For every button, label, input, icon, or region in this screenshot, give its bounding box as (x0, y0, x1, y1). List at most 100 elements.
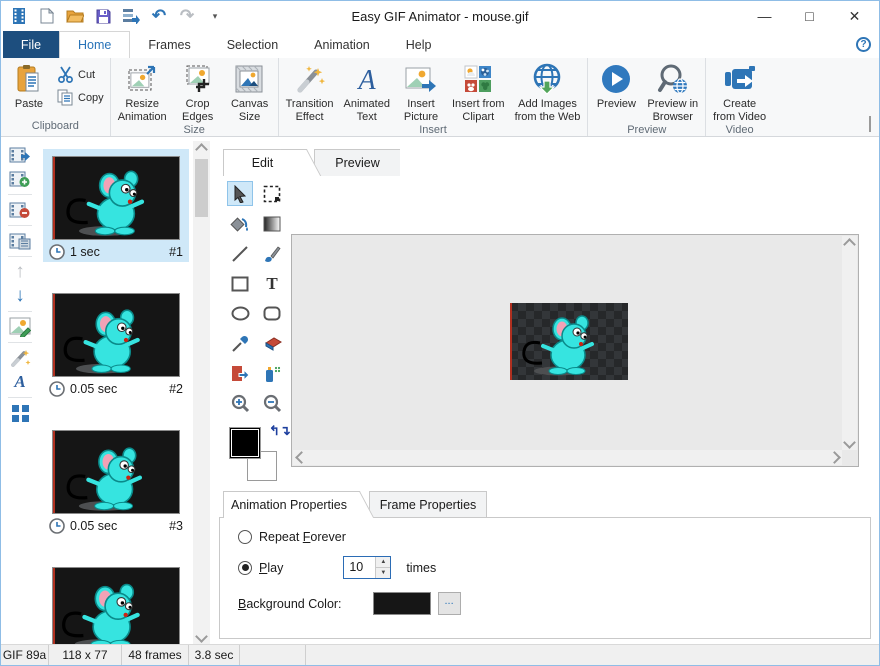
frame-item-4[interactable]: 0.05 sec #4 (43, 560, 189, 644)
tab-file[interactable]: File (3, 31, 59, 58)
pointer-tool[interactable] (227, 181, 253, 206)
frame-list-scrollbar[interactable] (193, 141, 210, 644)
paste-button[interactable]: Paste (3, 60, 55, 111)
create-from-video-button[interactable]: Create from Video (708, 60, 771, 124)
animation-background-color-swatch[interactable] (373, 592, 431, 615)
scroll-right-icon[interactable] (826, 450, 842, 465)
frame-item-2[interactable]: 0.05 sec #2 (43, 286, 189, 399)
select-rectangle-tool[interactable] (259, 181, 285, 206)
tab-edit-preview[interactable]: Preview (314, 149, 400, 176)
toolbar-separator (8, 342, 32, 343)
animated-text-button[interactable]: A Animated Text (339, 60, 395, 124)
tab-edit[interactable]: Edit (223, 149, 301, 176)
canvas-vertical-scrollbar[interactable] (842, 236, 857, 450)
background-color-browse-button[interactable]: ... (438, 592, 461, 615)
spray-tool[interactable] (259, 361, 285, 386)
repeat-forever-radio[interactable] (238, 530, 252, 544)
stepper-arrows[interactable]: ▲▼ (375, 557, 390, 578)
tab-frames[interactable]: Frames (130, 31, 208, 58)
background-color-label: Background Color: (238, 597, 342, 611)
qat-dropdown-icon[interactable]: ▾ (205, 6, 225, 26)
frame-thumbnail-4 (52, 567, 180, 644)
edit-frame-icon[interactable] (7, 315, 33, 339)
eyedropper-tool[interactable] (227, 331, 253, 356)
scrollbar-thumb[interactable] (195, 159, 208, 217)
gradient-tool[interactable] (259, 211, 285, 236)
scroll-left-icon[interactable] (293, 450, 309, 465)
resize-animation-button[interactable]: Resize Animation (113, 60, 172, 124)
play-times-value[interactable]: 10 (344, 557, 375, 578)
fill-tool[interactable] (227, 211, 253, 236)
scroll-down-icon[interactable] (193, 628, 210, 644)
minimize-button[interactable]: — (742, 1, 787, 31)
preview-in-browser-button[interactable]: Preview in Browser (642, 60, 703, 124)
delete-frame-icon[interactable] (7, 198, 33, 222)
preview-button[interactable]: Preview (590, 60, 642, 111)
export-frames-button[interactable] (121, 6, 141, 26)
tab-home[interactable]: Home (59, 31, 130, 58)
brush-tool[interactable] (259, 241, 285, 266)
open-file-button[interactable] (65, 6, 85, 26)
tab-help[interactable]: Help (388, 31, 450, 58)
foreground-color-swatch[interactable] (229, 427, 261, 459)
preview-icon (601, 63, 631, 95)
play-times-stepper[interactable]: 10 ▲▼ (343, 556, 391, 579)
frame-text-icon[interactable]: A (7, 370, 33, 394)
tab-selection[interactable]: Selection (209, 31, 296, 58)
edit-canvas[interactable] (291, 234, 859, 467)
play-radio[interactable] (238, 561, 252, 575)
eraser-tool[interactable] (259, 331, 285, 356)
ribbon-group-size: Resize Animation Crop Edges Canvas Size … (110, 58, 278, 136)
help-icon[interactable]: ? (856, 37, 871, 52)
tab-frame-properties[interactable]: Frame Properties (369, 491, 487, 518)
zoom-in-tool[interactable] (227, 391, 253, 416)
ellipse-tool[interactable] (227, 301, 253, 326)
times-label: times (406, 561, 436, 575)
play-label: Play (259, 561, 283, 575)
transform-selection-tool[interactable] (227, 361, 253, 386)
ribbon: Paste Cut Copy (1, 58, 879, 137)
canvas-horizontal-scrollbar[interactable] (293, 450, 842, 465)
tab-animation-properties[interactable]: Animation Properties (223, 491, 355, 518)
ribbon-group-preview: Preview Preview in Browser Preview (587, 58, 705, 136)
ribbon-collapse-icon[interactable] (869, 116, 871, 130)
status-frame-count: 48 frames (122, 645, 189, 665)
maximize-button[interactable]: □ (787, 1, 832, 31)
scroll-up-icon[interactable] (842, 236, 857, 252)
swap-colors-icon[interactable]: ↰↴ (269, 423, 291, 439)
new-file-button[interactable] (37, 6, 57, 26)
rectangle-tool[interactable] (227, 271, 253, 296)
frame-effects-icon[interactable] (7, 346, 33, 370)
stepper-down-icon[interactable]: ▼ (376, 568, 390, 578)
manage-frames-icon[interactable] (7, 401, 33, 425)
clock-icon (49, 244, 65, 260)
close-button[interactable]: ✕ (832, 1, 877, 31)
stepper-up-icon[interactable]: ▲ (376, 557, 390, 568)
ribbon-group-insert: Transition Effect A Animated Text Insert… (278, 58, 588, 136)
canvas-size-button[interactable]: Canvas Size (224, 60, 276, 124)
cut-button[interactable]: Cut (57, 66, 104, 83)
insert-picture-button[interactable]: Insert Picture (395, 60, 447, 124)
save-button[interactable] (93, 6, 113, 26)
copy-button[interactable]: Copy (57, 89, 104, 106)
text-tool[interactable]: T (259, 271, 285, 296)
line-tool[interactable] (227, 241, 253, 266)
frame-item-3[interactable]: 0.05 sec #3 (43, 423, 189, 536)
zoom-out-tool[interactable] (259, 391, 285, 416)
transition-effect-button[interactable]: Transition Effect (281, 60, 339, 124)
insert-from-clipart-button[interactable]: Insert from Clipart (447, 60, 510, 124)
rounded-rectangle-tool[interactable] (259, 301, 285, 326)
add-frame-icon[interactable] (7, 167, 33, 191)
scroll-up-icon[interactable] (193, 141, 210, 157)
gif-image[interactable] (510, 303, 628, 380)
duplicate-frame-icon[interactable] (7, 229, 33, 253)
frame-item-1[interactable]: 1 sec #1 (43, 149, 189, 262)
tab-animation[interactable]: Animation (296, 31, 388, 58)
undo-button[interactable]: ↶ (149, 6, 169, 26)
clock-icon (49, 381, 65, 397)
add-images-from-web-button[interactable]: Add Images from the Web (510, 60, 586, 124)
extract-frames-icon[interactable] (7, 143, 33, 167)
scroll-down-icon[interactable] (842, 434, 857, 450)
move-frame-down-icon[interactable]: ↓ (7, 284, 33, 308)
crop-edges-button[interactable]: Crop Edges (172, 60, 224, 124)
